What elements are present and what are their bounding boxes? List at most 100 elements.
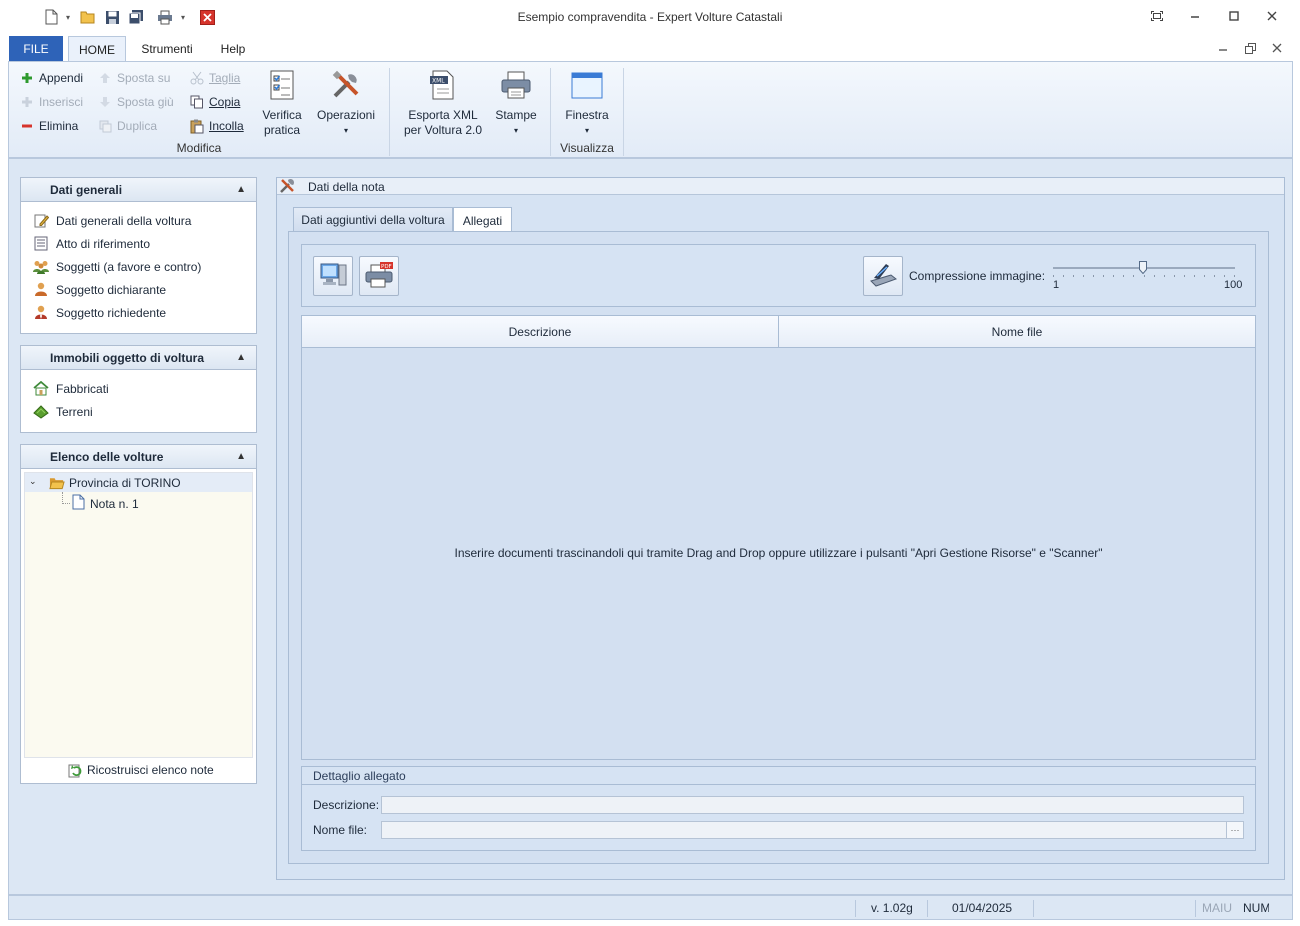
nome-file-field[interactable] <box>381 821 1227 839</box>
column-header-descrizione[interactable]: Descrizione <box>302 316 779 347</box>
nav-label: Soggetto dichiarante <box>56 282 167 297</box>
ricostruisci-label: Ricostruisci elenco note <box>87 763 214 777</box>
finestra-button[interactable]: Finestra ▾ <box>557 70 617 138</box>
copia-label: Copia <box>209 95 241 109</box>
verifica-label: Verifica <box>262 108 302 122</box>
nav-dati-generali-voltura[interactable]: Dati generali della voltura <box>21 209 256 232</box>
allegati-grid[interactable]: Descrizione Nome file Inserire documenti… <box>301 315 1256 760</box>
close-window-icon[interactable] <box>1257 6 1287 26</box>
tab-allegati[interactable]: Allegati <box>453 207 512 233</box>
slider-tick <box>1173 275 1175 277</box>
status-separator <box>1195 900 1196 917</box>
mdi-close-icon[interactable] <box>1264 38 1290 58</box>
immobili-header[interactable]: Immobili oggetto di voltura ▲ <box>21 346 256 370</box>
inserisci-button[interactable]: Inserisci <box>19 91 83 113</box>
tree-root-label[interactable]: Provincia di TORINO <box>69 476 181 490</box>
descrizione-field[interactable] <box>381 796 1244 814</box>
compressione-slider[interactable]: 1 100 <box>1053 257 1242 297</box>
tools-icon <box>279 178 295 194</box>
computer-icon <box>318 261 348 292</box>
sposta-su-button[interactable]: Sposta su <box>97 67 170 89</box>
taglia-button[interactable]: Taglia <box>189 67 240 89</box>
tab-strumenti[interactable]: Strumenti <box>134 36 200 62</box>
taglia-label: Taglia <box>209 71 241 85</box>
tree-connector <box>62 503 70 504</box>
nav-label: Terreni <box>56 404 93 419</box>
apri-gestione-risorse-button[interactable] <box>313 256 353 296</box>
nav-label: Fabbricati <box>56 381 109 396</box>
minus-icon <box>19 118 35 134</box>
finestra-dropdown-icon: ▾ <box>584 126 589 135</box>
chevron-up-icon[interactable]: ▲ <box>236 352 246 363</box>
maximize-icon[interactable] <box>1219 6 1249 26</box>
status-date: 01/04/2025 <box>952 901 1013 915</box>
slider-max-label: 100 <box>1224 279 1243 291</box>
elenco-volture-header[interactable]: Elenco delle volture ▲ <box>21 445 256 469</box>
copy-icon <box>189 94 205 110</box>
esporta-xml-button[interactable]: XML Esporta XML per Voltura 2.0 <box>397 70 489 138</box>
tab-help[interactable]: Help <box>212 36 254 62</box>
dati-generali-panel: Dati generali ▲ Dati generali della volt… <box>20 177 257 334</box>
slider-tick <box>1053 275 1054 277</box>
volture-tree[interactable]: ⌄ Provincia di TORINO Nota n. 1 <box>24 472 253 758</box>
tree-expander-icon[interactable]: ⌄ <box>29 476 37 487</box>
status-version: v. 1.02g <box>871 901 913 915</box>
stampe-button[interactable]: Stampe ▾ <box>491 70 541 138</box>
dati-generali-header[interactable]: Dati generali ▲ <box>21 178 256 202</box>
ricostruisci-button[interactable]: Ricostruisci elenco note <box>67 762 214 778</box>
nav-soggetti[interactable]: Soggetti (a favore e contro) <box>21 255 256 278</box>
nav-soggetto-dichiarante[interactable]: Soggetto dichiarante <box>21 278 256 301</box>
nav-atto-riferimento[interactable]: Atto di riferimento <box>21 232 256 255</box>
verifica-pratica-button[interactable]: Verifica pratica <box>255 70 309 138</box>
chevron-up-icon[interactable]: ▲ <box>236 184 246 195</box>
copia-button[interactable]: Copia <box>189 91 240 113</box>
incolla-button[interactable]: Incolla <box>189 115 244 137</box>
pdf-printer-button[interactable]: PDF <box>359 256 399 296</box>
slider-tick <box>1083 275 1085 277</box>
xml-file-icon: XML <box>429 70 457 104</box>
slider-tick <box>1073 275 1075 277</box>
document-list-icon <box>33 236 49 252</box>
mdi-minimize-icon[interactable] <box>1210 38 1236 58</box>
elimina-button[interactable]: Elimina <box>19 115 78 137</box>
nav-label: Soggetto richiedente <box>56 305 167 320</box>
plus-icon <box>19 70 35 86</box>
divider <box>302 784 1255 785</box>
plus-icon <box>19 94 35 110</box>
slider-min-label: 1 <box>1053 279 1060 291</box>
slider-tick <box>1193 275 1195 277</box>
duplicate-icon <box>97 118 113 134</box>
nav-soggetto-richiedente[interactable]: Soggetto richiedente <box>21 301 256 324</box>
browse-button[interactable]: ··· <box>1226 821 1244 839</box>
operazioni-button[interactable]: Operazioni ▾ <box>312 70 380 138</box>
nav-fabbricati[interactable]: Fabbricati <box>21 377 256 400</box>
slider-tick <box>1203 275 1205 277</box>
tab-file[interactable]: FILE <box>9 36 63 62</box>
sposta-giu-button[interactable]: Sposta giù <box>97 91 174 113</box>
window-icon <box>571 70 603 104</box>
duplica-button[interactable]: Duplica <box>97 115 157 137</box>
tree-child-label[interactable]: Nota n. 1 <box>90 497 139 511</box>
mdi-restore-icon[interactable] <box>1237 38 1263 58</box>
fullscreen-icon[interactable] <box>1142 6 1172 26</box>
nav-terreni[interactable]: Terreni <box>21 400 256 423</box>
tab-dati-aggiuntivi[interactable]: Dati aggiuntivi della voltura <box>293 207 453 232</box>
slider-thumb[interactable] <box>1139 261 1148 275</box>
arrow-up-icon <box>97 70 113 86</box>
column-header-nome-file[interactable]: Nome file <box>779 316 1255 347</box>
voltura-label: per Voltura 2.0 <box>403 123 483 137</box>
paste-icon <box>189 118 205 134</box>
ribbon-separator <box>389 68 390 156</box>
appendi-button[interactable]: Appendi <box>19 67 83 89</box>
status-separator <box>1033 900 1034 917</box>
edit-document-icon <box>33 213 49 229</box>
tab-home[interactable]: HOME <box>68 36 126 62</box>
minimize-icon[interactable] <box>1180 6 1210 26</box>
chevron-up-icon[interactable]: ▲ <box>236 451 246 462</box>
incolla-label: Incolla <box>209 119 244 133</box>
house-icon <box>33 381 49 397</box>
operazioni-dropdown-icon: ▾ <box>343 126 348 135</box>
status-separator <box>927 900 928 917</box>
scanner-button[interactable] <box>863 256 903 296</box>
slider-tick <box>1093 275 1095 277</box>
